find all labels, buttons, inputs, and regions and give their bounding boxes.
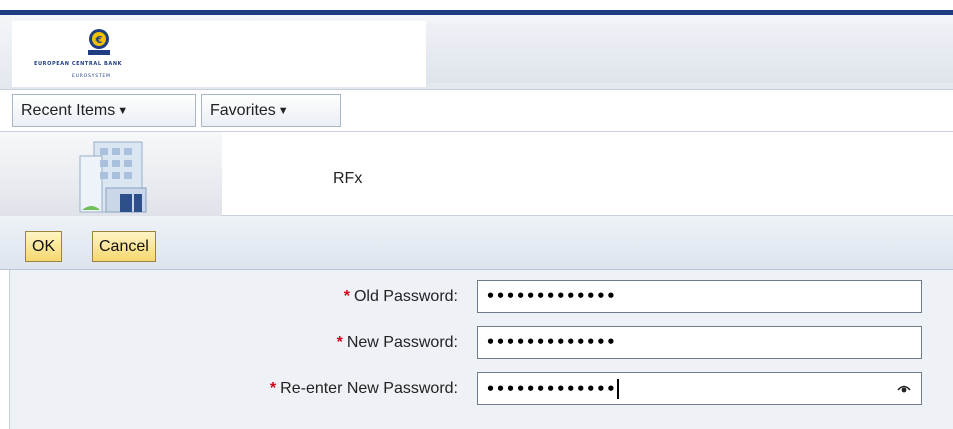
recent-items-menu[interactable]: Recent Items ▼ — [12, 94, 196, 127]
svg-text:€: € — [95, 35, 103, 46]
new-password-row: * New Password: ••••••••••••• — [10, 326, 953, 359]
caret-down-icon: ▼ — [117, 105, 129, 117]
banner: RFx — [0, 132, 953, 216]
header-shade — [426, 23, 953, 83]
logo[interactable]: € EUROPEAN CENTRAL BANK EUROSYSTEM — [12, 21, 426, 87]
logo-text: EUROPEAN CENTRAL BANK — [34, 61, 123, 67]
new-password-label: * New Password: — [336, 334, 458, 351]
favorites-label: Favorites — [210, 102, 276, 119]
old-password-field[interactable]: ••••••••••••• — [477, 280, 922, 313]
ecb-euro-logo-icon: € — [88, 29, 110, 55]
header: € EUROPEAN CENTRAL BANK EUROSYSTEM — [0, 15, 953, 90]
required-marker: * — [343, 288, 350, 305]
old-password-row: * Old Password: ••••••••••••• — [10, 280, 953, 313]
button-toolbar: OK Cancel — [0, 216, 953, 270]
ok-button[interactable]: OK — [25, 231, 63, 262]
top-spacer — [0, 0, 953, 10]
cancel-button[interactable]: Cancel — [92, 231, 156, 262]
logo-subtext: EUROSYSTEM — [72, 74, 111, 79]
building-icon — [79, 141, 147, 213]
favorites-menu[interactable]: Favorites ▼ — [201, 94, 341, 127]
page-title: RFx — [333, 170, 363, 187]
new-password-value: ••••••••••••• — [486, 333, 617, 351]
required-marker: * — [336, 334, 343, 351]
new-password-field[interactable]: ••••••••••••• — [477, 326, 922, 359]
caret-down-icon: ▼ — [277, 105, 289, 117]
page: € EUROPEAN CENTRAL BANK EUROSYSTEM Recen… — [0, 0, 953, 429]
reenter-password-row: * Re-enter New Password: ••••••••••••• — [10, 372, 953, 405]
reenter-password-field[interactable]: ••••••••••••• — [477, 372, 922, 405]
recent-items-label: Recent Items — [21, 102, 116, 119]
reenter-password-value: ••••••••••••• — [486, 379, 620, 399]
reenter-password-label: * Re-enter New Password: — [269, 380, 458, 397]
old-password-label: * Old Password: — [343, 288, 458, 305]
old-password-value: ••••••••••••• — [486, 287, 617, 305]
eye-icon[interactable] — [897, 384, 911, 394]
banner-icon-area — [0, 132, 222, 216]
text-cursor — [617, 379, 620, 399]
change-password-form: * Old Password: ••••••••••••• * New Passwo… — [9, 270, 953, 429]
menu-bar: Recent Items ▼ Favorites ▼ — [0, 90, 953, 132]
required-marker: * — [269, 380, 277, 397]
